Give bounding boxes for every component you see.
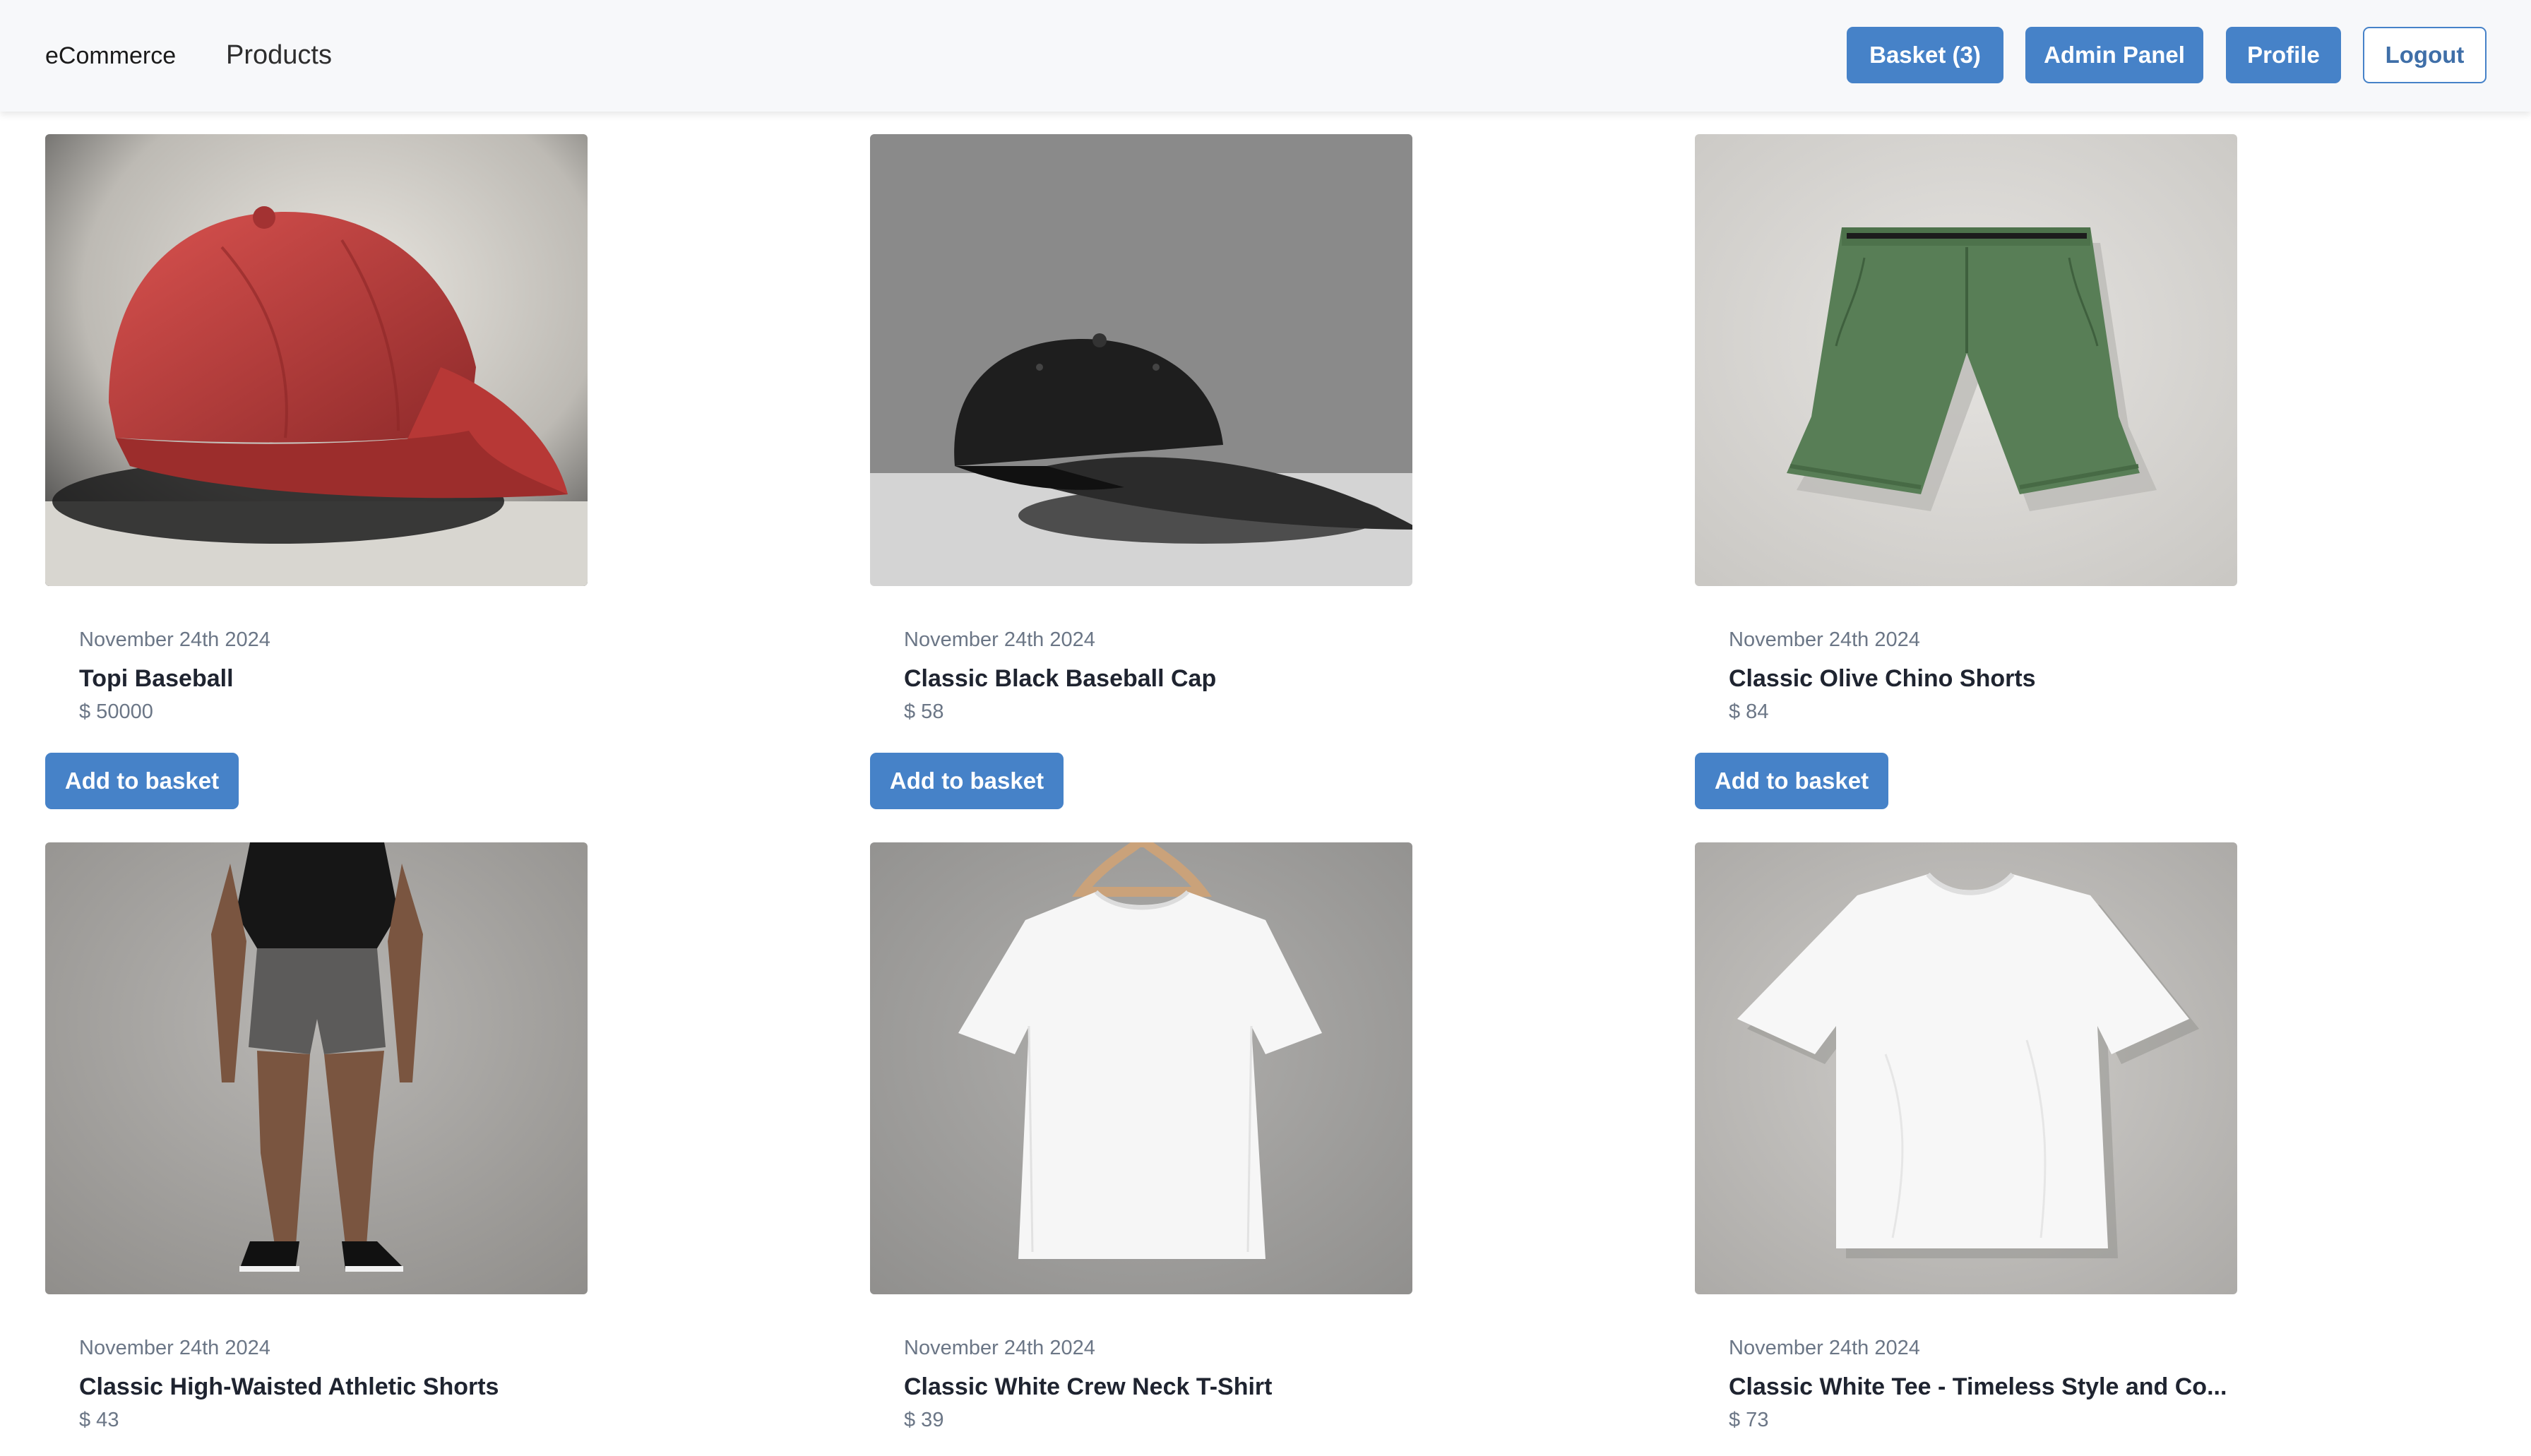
product-date: November 24th 2024	[1729, 1337, 1920, 1359]
product-price: $ 84	[1729, 700, 1769, 723]
red-baseball-cap-photo	[45, 134, 588, 586]
product-name[interactable]: Classic High-Waisted Athletic Shorts	[79, 1372, 499, 1402]
olive-chino-shorts-photo	[1695, 134, 2237, 586]
product-name[interactable]: Topi Baseball	[79, 664, 234, 693]
nav-link-products[interactable]: Products	[226, 37, 332, 73]
product-image-black-cap[interactable]	[870, 134, 1412, 586]
add-to-basket-button[interactable]: Add to basket	[870, 753, 1064, 809]
add-to-basket-button[interactable]: Add to basket	[45, 753, 239, 809]
product-date: November 24th 2024	[79, 628, 270, 651]
add-to-basket-button[interactable]: Add to basket	[1695, 753, 1888, 809]
basket-button[interactable]: Basket (3)	[1847, 27, 2003, 83]
top-navbar: eCommerce Products Basket (3) Admin Pane…	[0, 0, 2531, 112]
admin-panel-button[interactable]: Admin Panel	[2025, 27, 2203, 83]
product-price: $ 58	[904, 700, 944, 723]
product-name[interactable]: Classic White Crew Neck T-Shirt	[904, 1372, 1273, 1402]
product-image-red-cap[interactable]	[45, 134, 588, 586]
product-name[interactable]: Classic Black Baseball Cap	[904, 664, 1216, 693]
athletic-shorts-model-photo	[45, 842, 588, 1294]
product-image-athletic-shorts[interactable]	[45, 842, 588, 1294]
product-image-white-tee-flat[interactable]	[1695, 842, 2237, 1294]
brand-link[interactable]: eCommerce	[45, 40, 176, 71]
product-price: $ 43	[79, 1409, 119, 1431]
product-price: $ 50000	[79, 700, 153, 723]
white-tee-flat-photo	[1695, 842, 2237, 1294]
product-price: $ 73	[1729, 1409, 1769, 1431]
logout-button[interactable]: Logout	[2363, 27, 2487, 83]
product-date: November 24th 2024	[904, 628, 1095, 651]
white-tshirt-on-hanger-photo	[870, 842, 1412, 1294]
black-baseball-cap-photo	[870, 134, 1412, 586]
product-image-white-tshirt-hanger[interactable]	[870, 842, 1412, 1294]
product-name[interactable]: Classic Olive Chino Shorts	[1729, 664, 2036, 693]
product-image-olive-shorts[interactable]	[1695, 134, 2237, 586]
product-date: November 24th 2024	[79, 1337, 270, 1359]
product-date: November 24th 2024	[904, 1337, 1095, 1359]
product-name[interactable]: Classic White Tee - Timeless Style and C…	[1729, 1372, 2227, 1402]
profile-button[interactable]: Profile	[2226, 27, 2341, 83]
product-price: $ 39	[904, 1409, 944, 1431]
product-date: November 24th 2024	[1729, 628, 1920, 651]
